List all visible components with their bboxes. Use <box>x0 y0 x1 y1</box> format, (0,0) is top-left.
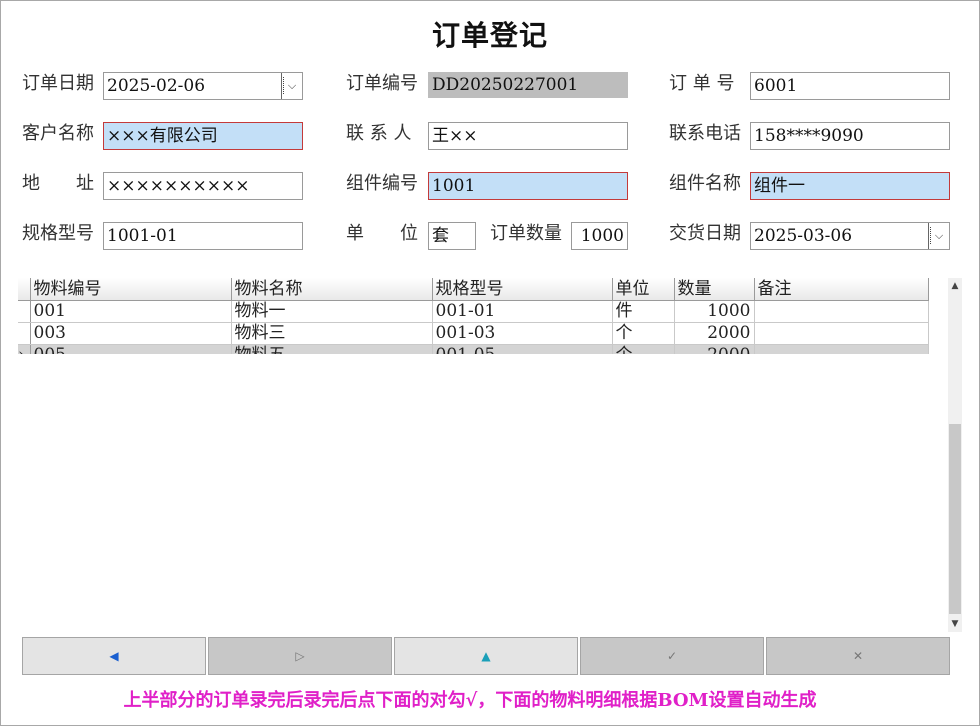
scrollbar-thumb[interactable] <box>949 424 961 614</box>
triangle-left-icon: ◀ <box>109 649 119 663</box>
delivery-date-dropdown-button[interactable]: ⌵ <box>928 223 949 249</box>
table-row-current[interactable]: › 005 物料五 001-05 个 2000 <box>18 344 929 354</box>
grid-header-row: 物料编号 物料名称 规格型号 单位 数量 备注 <box>18 278 929 301</box>
spec-field[interactable]: 1001-01 <box>103 222 303 250</box>
triangle-up-icon: ▲ <box>481 649 491 663</box>
quantity-field[interactable]: 1000 <box>571 222 628 250</box>
delivery-date-picker[interactable]: 2025-03-06 ⌵ <box>750 222 950 250</box>
order-date-label: 订单日期 <box>22 73 94 94</box>
table-row[interactable]: 003 物料三 001-03 个 2000 <box>18 322 929 345</box>
phone-field[interactable]: 158****9090 <box>750 122 950 150</box>
next-record-button[interactable]: ▷ <box>208 637 392 675</box>
table-cell[interactable]: 2000 <box>674 322 755 345</box>
table-cell[interactable]: 物料一 <box>231 300 433 323</box>
material-grid[interactable]: 物料编号 物料名称 规格型号 单位 数量 备注 001 物料一 001-01 件… <box>18 278 948 354</box>
contact-label: 联 系 人 <box>346 123 412 144</box>
column-header[interactable]: 规格型号 <box>432 278 613 301</box>
phone-label: 联系电话 <box>669 123 741 144</box>
page-title: 订单登记 <box>431 19 548 52</box>
chevron-down-icon: ⌵ <box>287 79 297 92</box>
prev-record-button[interactable]: ◀ <box>22 637 206 675</box>
table-cell[interactable]: 1000 <box>674 300 755 323</box>
table-cell[interactable]: 物料三 <box>231 322 433 345</box>
table-cell[interactable] <box>754 344 929 354</box>
component-name-field[interactable]: 组件一 <box>750 172 950 200</box>
table-cell[interactable]: 003 <box>30 322 232 345</box>
table-cell[interactable]: 001-05 <box>432 344 613 354</box>
contact-field[interactable]: 王×× <box>428 122 628 150</box>
customer-name-field[interactable]: ×××有限公司 <box>103 122 303 150</box>
column-header[interactable]: 数量 <box>674 278 755 301</box>
quantity-label: 订单数量 <box>490 223 562 244</box>
order-code-field: DD20250227001 <box>428 72 628 98</box>
table-cell[interactable]: 2000 <box>674 344 755 354</box>
table-cell[interactable] <box>754 300 929 323</box>
row-selector-header <box>18 278 31 301</box>
vertical-scrollbar[interactable]: ▲ ▼ <box>948 278 962 632</box>
order-code-label: 订单编号 <box>346 73 418 94</box>
current-row-marker[interactable]: › <box>18 344 31 354</box>
triangle-right-icon: ▷ <box>295 649 305 663</box>
table-row[interactable]: 001 物料一 001-01 件 1000 <box>18 300 929 323</box>
order-date-picker[interactable]: 2025-02-06 ⌵ <box>103 72 303 100</box>
cancel-button[interactable]: ✕ <box>766 637 950 675</box>
unit-field[interactable]: 套 <box>428 222 476 250</box>
scroll-up-icon[interactable]: ▲ <box>948 278 962 294</box>
close-icon: ✕ <box>852 649 864 663</box>
spec-label: 规格型号 <box>22 223 94 244</box>
confirm-button[interactable]: ✓ <box>580 637 764 675</box>
column-header[interactable]: 物料编号 <box>30 278 232 301</box>
column-header[interactable]: 单位 <box>612 278 675 301</box>
order-no-field[interactable]: 6001 <box>750 72 950 100</box>
table-cell[interactable]: 件 <box>612 300 675 323</box>
customer-label: 客户名称 <box>22 123 94 144</box>
checkmark-icon: ✓ <box>666 649 678 663</box>
delivery-date-label: 交货日期 <box>669 223 741 244</box>
instruction-note: 上半部分的订单录完后录完后点下面的对勾√，下面的物料明细根据BOM设置自动生成 <box>123 690 817 711</box>
table-cell[interactable]: 001 <box>30 300 232 323</box>
unit-label: 单 位 <box>346 223 418 244</box>
table-cell[interactable]: 005 <box>30 344 232 354</box>
address-label: 地 址 <box>22 173 94 194</box>
order-date-value: 2025-02-06 <box>107 76 206 96</box>
chevron-down-icon: ⌵ <box>934 229 944 242</box>
component-name-label: 组件名称 <box>669 173 741 194</box>
table-cell[interactable]: 个 <box>612 322 675 345</box>
delivery-date-value: 2025-03-06 <box>754 226 853 246</box>
table-cell[interactable]: 物料五 <box>231 344 433 354</box>
table-cell[interactable] <box>754 322 929 345</box>
scroll-down-icon[interactable]: ▼ <box>948 616 962 632</box>
first-record-button[interactable]: ▲ <box>394 637 578 675</box>
row-selector[interactable] <box>18 322 31 345</box>
table-cell[interactable]: 个 <box>612 344 675 354</box>
component-code-label: 组件编号 <box>346 173 418 194</box>
column-header[interactable]: 物料名称 <box>231 278 433 301</box>
table-cell[interactable]: 001-03 <box>432 322 613 345</box>
address-field[interactable]: ×××××××××× <box>103 172 303 200</box>
component-code-field[interactable]: 1001 <box>428 172 628 200</box>
column-header[interactable]: 备注 <box>754 278 929 301</box>
row-selector[interactable] <box>18 300 31 323</box>
window-frame <box>0 0 980 726</box>
order-no-label: 订 单 号 <box>669 73 735 94</box>
table-cell[interactable]: 001-01 <box>432 300 613 323</box>
order-date-dropdown-button[interactable]: ⌵ <box>281 73 302 99</box>
